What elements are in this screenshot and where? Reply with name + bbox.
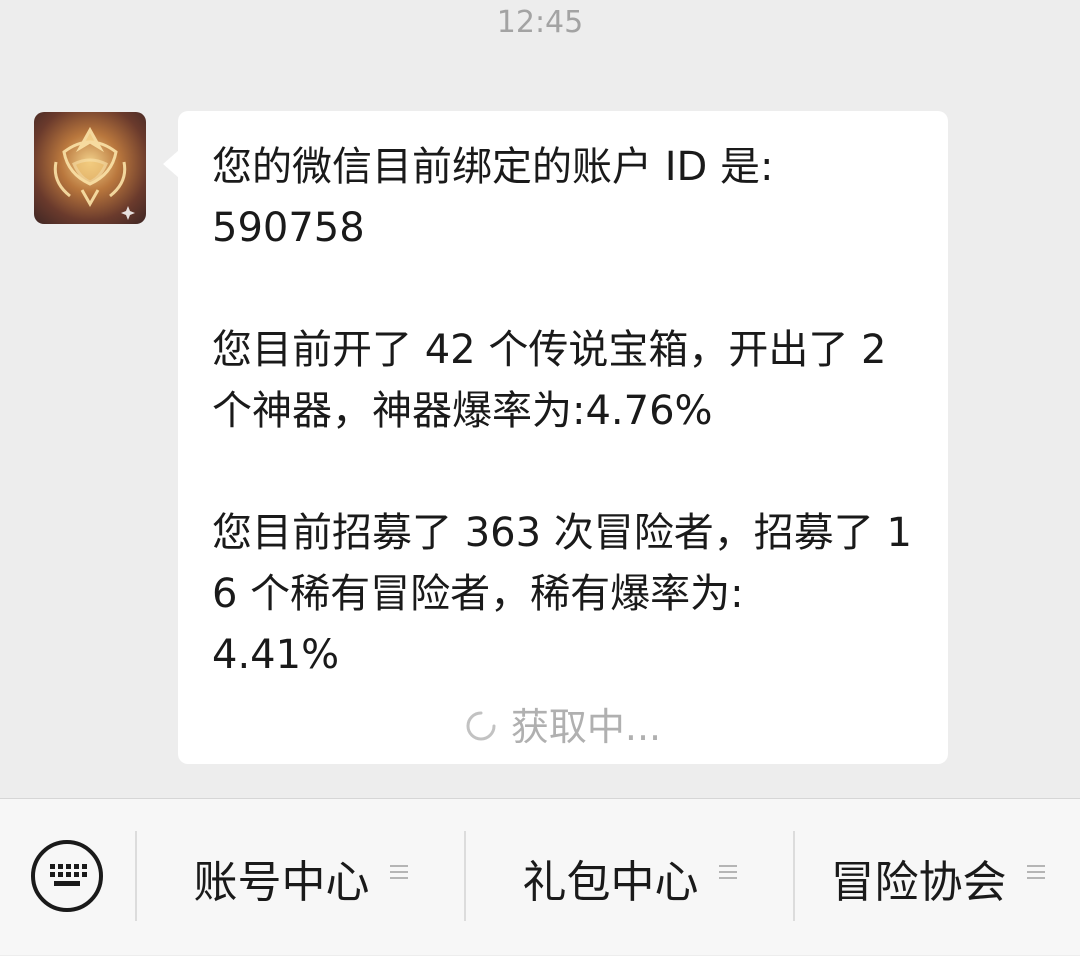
bottom-menu-bar: 账号中心 礼包中心 冒险协会 (0, 798, 1080, 955)
loading-spinner-icon (466, 711, 496, 740)
submenu-icon (1026, 861, 1045, 883)
keyboard-icon (31, 840, 103, 912)
message-bubble[interactable]: 您的微信目前绑定的账户 ID 是: 590758 您目前开了 42 个传说宝箱，… (178, 111, 948, 764)
golden-emblem-icon (53, 126, 135, 220)
submenu-icon (718, 861, 737, 883)
menu-adventure-guild[interactable]: 冒险协会 (795, 799, 1080, 956)
menu-gift-center[interactable]: 礼包中心 (466, 799, 793, 956)
message-text: 您的微信目前绑定的账户 ID 是: 590758 您目前开了 42 个传说宝箱，… (212, 144, 912, 678)
menu-account-center[interactable]: 账号中心 (137, 799, 464, 956)
menu-label: 礼包中心 (522, 856, 699, 908)
menu-label: 冒险协会 (830, 856, 1007, 908)
message-timestamp: 12:45 (496, 5, 584, 40)
bubble-tail (163, 150, 179, 178)
loading-text: 获取中... (510, 705, 662, 749)
submenu-icon (389, 861, 408, 883)
keyboard-toggle-button[interactable] (30, 839, 104, 913)
menu-label: 账号中心 (193, 856, 370, 908)
avatar[interactable] (34, 112, 146, 224)
loading-status: 获取中... (178, 705, 948, 749)
